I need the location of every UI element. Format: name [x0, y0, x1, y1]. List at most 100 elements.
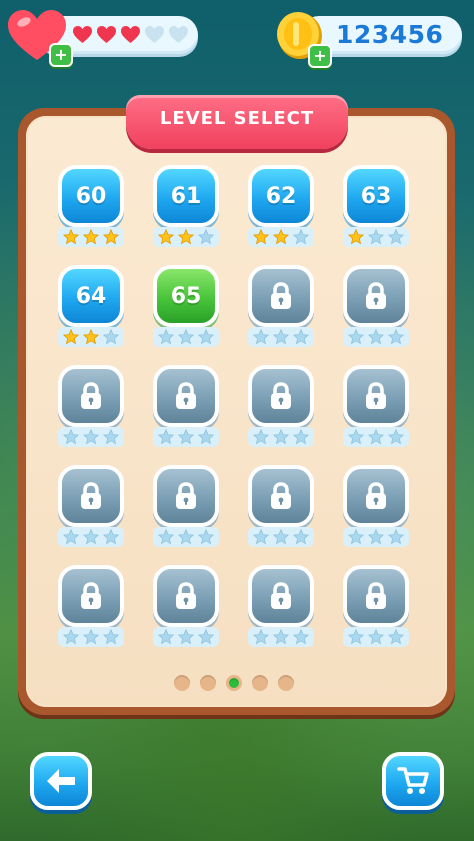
- level-stars: [153, 327, 219, 347]
- level-cell[interactable]: 61: [149, 165, 223, 255]
- level-stars: [248, 327, 314, 347]
- level-cell: [339, 465, 413, 555]
- level-cell[interactable]: 60: [54, 165, 128, 255]
- star-empty-icon: [83, 529, 99, 545]
- level-stars: [153, 627, 219, 647]
- level-button[interactable]: 62: [248, 165, 314, 227]
- star-filled-icon: [348, 229, 364, 245]
- level-stars: [248, 227, 314, 247]
- star-empty-icon: [388, 629, 404, 645]
- lock-icon: [271, 282, 291, 309]
- star-filled-icon: [178, 229, 194, 245]
- star-empty-icon: [348, 329, 364, 345]
- level-stars: [58, 627, 124, 647]
- level-cell: [54, 465, 128, 555]
- locked-level-button: [58, 465, 124, 527]
- lock-icon: [176, 382, 196, 409]
- lock-icon: [366, 582, 386, 609]
- level-cell[interactable]: 65: [149, 265, 223, 355]
- level-cell: [244, 465, 318, 555]
- star-empty-icon: [198, 529, 214, 545]
- star-empty-icon: [273, 329, 289, 345]
- lock-icon: [366, 282, 386, 309]
- page-dot[interactable]: [252, 675, 268, 691]
- locked-level-button: [248, 565, 314, 627]
- heart-icon: [121, 26, 140, 43]
- lock-icon: [81, 482, 101, 509]
- star-empty-icon: [348, 429, 364, 445]
- star-empty-icon: [178, 529, 194, 545]
- level-number: 65: [170, 283, 202, 309]
- star-empty-icon: [348, 629, 364, 645]
- arrow-left-icon: [47, 769, 75, 793]
- hearts-row: [72, 25, 189, 45]
- star-empty-icon: [293, 229, 309, 245]
- star-empty-icon: [103, 429, 119, 445]
- star-empty-icon: [63, 429, 79, 445]
- level-cell: [244, 565, 318, 655]
- star-filled-icon: [63, 329, 79, 345]
- star-empty-icon: [293, 629, 309, 645]
- level-button[interactable]: 61: [153, 165, 219, 227]
- page-title: LEVEL SELECT: [159, 108, 315, 129]
- star-empty-icon: [63, 629, 79, 645]
- star-filled-icon: [83, 229, 99, 245]
- level-button[interactable]: 65: [153, 265, 219, 327]
- level-cell: [339, 265, 413, 355]
- coin-amount: 123456: [336, 20, 444, 49]
- heart-icon: [169, 26, 188, 43]
- star-empty-icon: [253, 429, 269, 445]
- add-coins-button[interactable]: +: [308, 44, 332, 68]
- level-button[interactable]: 64: [58, 265, 124, 327]
- level-cell: [54, 365, 128, 455]
- locked-level-button: [248, 465, 314, 527]
- lock-icon: [81, 382, 101, 409]
- level-cell[interactable]: 64: [54, 265, 128, 355]
- level-stars: [343, 627, 409, 647]
- lock-icon: [271, 382, 291, 409]
- level-cell: [244, 265, 318, 355]
- level-stars: [248, 527, 314, 547]
- star-empty-icon: [348, 529, 364, 545]
- level-stars: [58, 327, 124, 347]
- star-empty-icon: [198, 629, 214, 645]
- page-dot[interactable]: [200, 675, 216, 691]
- page-dot[interactable]: [278, 675, 294, 691]
- star-empty-icon: [368, 429, 384, 445]
- level-stars: [248, 627, 314, 647]
- star-empty-icon: [388, 429, 404, 445]
- star-filled-icon: [83, 329, 99, 345]
- star-empty-icon: [368, 229, 384, 245]
- locked-level-button: [343, 265, 409, 327]
- level-number: 61: [170, 183, 202, 209]
- star-filled-icon: [158, 229, 174, 245]
- level-cell[interactable]: 63: [339, 165, 413, 255]
- locked-level-button: [343, 565, 409, 627]
- star-empty-icon: [293, 429, 309, 445]
- star-empty-icon: [158, 529, 174, 545]
- level-button[interactable]: 63: [343, 165, 409, 227]
- star-empty-icon: [388, 529, 404, 545]
- star-empty-icon: [293, 529, 309, 545]
- level-cell[interactable]: 62: [244, 165, 318, 255]
- level-stars: [153, 527, 219, 547]
- back-button[interactable]: [30, 752, 92, 810]
- level-stars: [343, 527, 409, 547]
- lock-icon: [271, 582, 291, 609]
- page-dot-active[interactable]: [226, 675, 242, 691]
- star-empty-icon: [388, 229, 404, 245]
- level-cell: [244, 365, 318, 455]
- heart-icon: [145, 26, 164, 43]
- shop-button[interactable]: [382, 752, 444, 810]
- star-empty-icon: [273, 529, 289, 545]
- level-number: 64: [75, 283, 107, 309]
- locked-level-button: [248, 365, 314, 427]
- page-dot[interactable]: [174, 675, 190, 691]
- add-lives-button[interactable]: +: [49, 43, 73, 67]
- star-empty-icon: [253, 529, 269, 545]
- level-button[interactable]: 60: [58, 165, 124, 227]
- star-empty-icon: [178, 429, 194, 445]
- star-empty-icon: [83, 629, 99, 645]
- star-empty-icon: [368, 629, 384, 645]
- locked-level-button: [343, 465, 409, 527]
